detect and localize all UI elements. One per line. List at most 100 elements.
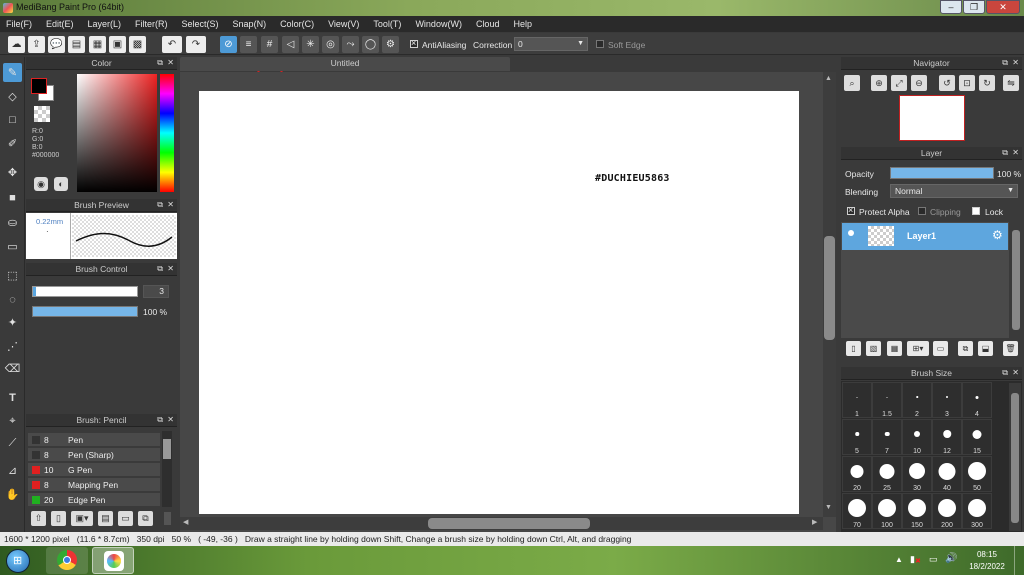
list-item[interactable]: 8 Pen (Sharp): [28, 448, 160, 462]
brush-size-cell[interactable]: 300: [962, 493, 992, 529]
menu-help[interactable]: Help: [507, 19, 540, 29]
brush-size-cell[interactable]: 7: [872, 419, 902, 455]
menu-window[interactable]: Window(W): [409, 19, 470, 29]
menu-select[interactable]: Select(S): [176, 19, 227, 29]
divide-tool-icon[interactable]: ⟋: [3, 434, 22, 453]
close-icon[interactable]: ✕: [167, 263, 174, 275]
brush-size-cell[interactable]: 5: [842, 419, 872, 455]
grid-view-icon[interactable]: ▩: [129, 36, 146, 53]
soft-edge-checkbox[interactable]: [596, 40, 604, 48]
saturation-value-picker[interactable]: [77, 74, 157, 192]
menu-layer[interactable]: Layer(L): [82, 19, 130, 29]
grid-snap-icon[interactable]: #: [261, 36, 278, 53]
brush-size-slider[interactable]: [32, 286, 138, 297]
flip-icon[interactable]: ⇋: [1003, 75, 1019, 91]
correction-select[interactable]: 0 ▼: [514, 37, 588, 51]
close-icon[interactable]: ✕: [167, 57, 174, 69]
pen-tool-icon[interactable]: ✐: [3, 134, 22, 153]
layer-opacity-slider[interactable]: [890, 167, 994, 179]
brush-size-cell[interactable]: 3: [932, 382, 962, 418]
zoom-search-icon[interactable]: ⌕: [844, 75, 860, 91]
brush-size-cell[interactable]: 10: [902, 419, 932, 455]
scroll-right-icon[interactable]: ▶: [812, 518, 817, 526]
antialiasing-checkbox[interactable]: [410, 38, 418, 48]
fit-icon[interactable]: ⤢: [891, 75, 907, 91]
shape-tool-icon[interactable]: □: [3, 110, 22, 129]
undock-icon[interactable]: ⧉: [1002, 57, 1008, 69]
trash-icon[interactable]: 🗑: [1003, 341, 1018, 356]
start-button[interactable]: ⊞: [6, 549, 30, 573]
brush-size-cell[interactable]: 20: [842, 456, 872, 492]
menu-tool[interactable]: Tool(T): [367, 19, 409, 29]
close-icon[interactable]: ✕: [1012, 57, 1019, 69]
foreground-color-swatch[interactable]: [31, 78, 47, 94]
add-brush-icon[interactable]: ▣▾: [71, 511, 93, 526]
layer-scrollbar[interactable]: [1010, 222, 1022, 338]
page-icon[interactable]: ▤: [68, 36, 85, 53]
menu-color[interactable]: Color(C): [274, 19, 322, 29]
layer-folder-icon[interactable]: ▭: [933, 341, 948, 356]
new-halftone-layer-icon[interactable]: ▧: [866, 341, 881, 356]
brush-size-cell[interactable]: 15: [962, 419, 992, 455]
new-layer-icon[interactable]: ▯: [846, 341, 861, 356]
operation-tool-icon[interactable]: ⌖: [3, 412, 22, 431]
circle-snap-icon[interactable]: ◯: [362, 36, 379, 53]
document-tab[interactable]: Untitled: [180, 57, 510, 71]
gradient-tool-icon[interactable]: ▭: [3, 237, 22, 256]
brush-opacity-slider[interactable]: [32, 306, 138, 317]
radial-snap-icon[interactable]: ✳: [302, 36, 319, 53]
visibility-icon[interactable]: [848, 230, 854, 236]
undock-icon[interactable]: ⧉: [157, 414, 163, 426]
menu-cloud[interactable]: Cloud: [470, 19, 508, 29]
clipping-checkbox[interactable]: [918, 207, 926, 215]
minimize-button[interactable]: –: [940, 0, 962, 14]
clock-time[interactable]: 08:15: [967, 550, 1007, 559]
duplicate-icon[interactable]: ⧉: [138, 511, 153, 526]
select-pen-icon[interactable]: ⋰: [3, 337, 22, 356]
brush-size-cell[interactable]: 70: [842, 493, 872, 529]
list-item[interactable]: 10 G Pen: [28, 463, 160, 477]
close-icon[interactable]: ✕: [167, 414, 174, 426]
brush-size-cell[interactable]: 100: [872, 493, 902, 529]
tray-expand-icon[interactable]: ▲: [895, 555, 903, 564]
scrollbar[interactable]: [162, 431, 172, 507]
folder-icon[interactable]: ▭: [118, 511, 133, 526]
chrome-taskbar-button[interactable]: [46, 547, 88, 574]
magic-wand-icon[interactable]: ✦: [3, 313, 22, 332]
parallel-snap-icon[interactable]: ≡: [240, 36, 257, 53]
vertical-scroll-thumb[interactable]: [824, 236, 835, 340]
scroll-left-icon[interactable]: ◀: [183, 518, 188, 526]
text-tool-icon[interactable]: T: [3, 388, 22, 407]
cloud-brush-icon[interactable]: ⇧: [31, 511, 46, 526]
brush-size-scroll-thumb[interactable]: [1011, 393, 1019, 523]
upload-icon[interactable]: ⇪: [28, 36, 45, 53]
brush-size-cell[interactable]: 4: [962, 382, 992, 418]
close-icon[interactable]: ✕: [167, 199, 174, 211]
merge-layer-icon[interactable]: ⬓: [978, 341, 993, 356]
duplicate-layer-icon[interactable]: ⧉: [958, 341, 973, 356]
rotate-left-icon[interactable]: ↺: [939, 75, 955, 91]
brush-size-cell[interactable]: 200: [932, 493, 962, 529]
list-item[interactable]: 8 Mapping Pen: [28, 478, 160, 492]
undock-icon[interactable]: ⧉: [1002, 367, 1008, 379]
rect-select-icon[interactable]: ⬚: [3, 266, 22, 285]
close-icon[interactable]: ✕: [1012, 367, 1019, 379]
lock-checkbox[interactable]: [972, 207, 980, 215]
medibang-taskbar-button[interactable]: [92, 547, 134, 574]
undock-icon[interactable]: ⧉: [157, 199, 163, 211]
brush-settings-icon[interactable]: ▤: [98, 511, 113, 526]
fill-rect-tool-icon[interactable]: ■: [3, 188, 22, 207]
clock-date[interactable]: 18/2/2022: [964, 562, 1010, 571]
brush-size-cell[interactable]: 1: [842, 382, 872, 418]
brush-size-cell[interactable]: 30: [902, 456, 932, 492]
undo-icon[interactable]: ↶: [162, 36, 182, 53]
palette-icon[interactable]: ◉: [34, 177, 48, 191]
add-layer-menu-icon[interactable]: ⊞▾: [907, 341, 929, 356]
brush-size-scrollbar[interactable]: [1009, 383, 1021, 531]
zoom-out-icon[interactable]: ⊖: [911, 75, 927, 91]
menu-view[interactable]: View(V): [322, 19, 367, 29]
select-eraser-icon[interactable]: ⌫: [3, 359, 22, 378]
transparent-swatch[interactable]: [34, 106, 50, 122]
menu-file[interactable]: File(F): [0, 19, 40, 29]
menu-filter[interactable]: Filter(R): [129, 19, 176, 29]
